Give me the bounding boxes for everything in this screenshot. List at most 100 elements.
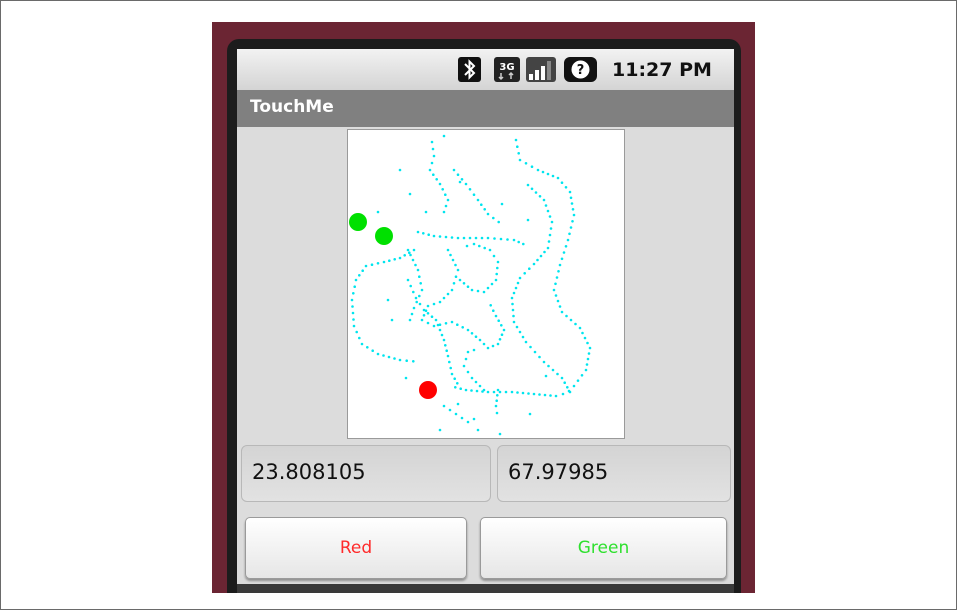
trail-point xyxy=(456,402,460,406)
trail-point xyxy=(422,308,426,312)
trail-point xyxy=(560,257,564,261)
trail-point xyxy=(474,335,478,338)
trail-point xyxy=(444,344,447,347)
touch-canvas[interactable] xyxy=(347,129,625,439)
red-button[interactable]: Red xyxy=(245,517,467,579)
trail-point xyxy=(569,196,573,200)
trail-point xyxy=(435,178,438,181)
trail-point xyxy=(468,188,472,191)
trail-point xyxy=(554,282,557,286)
trail-point xyxy=(470,288,474,292)
trail-point xyxy=(494,314,498,318)
trail-point xyxy=(352,324,356,328)
trail-point xyxy=(488,248,492,252)
trail-point xyxy=(510,390,514,394)
trail-point xyxy=(446,248,450,252)
trail-point xyxy=(412,360,415,363)
trail-point xyxy=(476,289,480,293)
trail-point xyxy=(466,420,470,424)
trail-point xyxy=(576,379,580,382)
trail-point xyxy=(534,191,538,194)
trail-point xyxy=(516,391,519,394)
trail-point xyxy=(393,258,396,261)
trail-point xyxy=(515,325,519,329)
trail-point xyxy=(584,368,588,372)
trail-point xyxy=(566,238,570,242)
y-coordinate-value: 67.97985 xyxy=(508,460,609,484)
trail-point xyxy=(430,315,434,318)
trail-point xyxy=(571,220,574,223)
trail-point xyxy=(521,335,525,339)
red-touch-dot xyxy=(419,381,437,399)
trail-point xyxy=(521,391,525,395)
trail-point xyxy=(382,260,386,264)
x-coordinate-value: 23.808105 xyxy=(252,460,366,484)
trail-point xyxy=(470,376,474,380)
trail-point xyxy=(476,428,480,432)
trail-point xyxy=(542,360,546,364)
y-coordinate-field[interactable]: 67.97985 xyxy=(497,445,731,502)
trail-point xyxy=(438,428,442,432)
trail-point xyxy=(432,173,435,176)
trail-point xyxy=(440,333,444,337)
page: 3G ? 11:27 PM TouchMe 23.808105 67.97985… xyxy=(0,0,957,610)
trail-point xyxy=(504,390,508,394)
trail-point xyxy=(518,276,522,280)
trail-point xyxy=(541,170,545,174)
trail-point xyxy=(512,320,516,324)
trail-point xyxy=(556,372,559,376)
trail-point xyxy=(460,178,464,181)
trail-point xyxy=(530,165,534,168)
trail-point xyxy=(355,330,358,334)
trail-point xyxy=(431,147,435,151)
bluetooth-icon xyxy=(458,57,481,82)
trail-point xyxy=(517,240,520,244)
trail-point xyxy=(495,411,499,415)
trail-point xyxy=(420,318,424,322)
trail-point xyxy=(543,393,547,397)
trail-point xyxy=(556,176,560,180)
trail-point xyxy=(464,357,468,361)
trail-point xyxy=(446,198,450,202)
trail-point xyxy=(438,235,442,238)
signal-bars-icon xyxy=(526,57,556,82)
green-button[interactable]: Green xyxy=(480,517,727,579)
trail-point xyxy=(587,352,591,355)
trail-point xyxy=(403,254,406,257)
trail-point xyxy=(464,182,468,186)
trail-point xyxy=(538,195,542,198)
trail-point xyxy=(560,181,564,184)
x-coordinate-field[interactable]: 23.808105 xyxy=(241,445,491,502)
trail-point xyxy=(406,278,410,282)
trail-point xyxy=(546,172,550,176)
trail-point xyxy=(445,349,448,352)
trail-point xyxy=(470,332,474,335)
trail-point xyxy=(418,294,421,298)
trail-point xyxy=(516,281,520,285)
trail-point xyxy=(517,152,520,155)
trail-point xyxy=(499,237,503,241)
trail-point xyxy=(483,208,486,211)
trail-point xyxy=(444,235,448,239)
trail-point xyxy=(466,328,470,332)
trail-point xyxy=(495,272,498,276)
trail-point xyxy=(388,259,391,262)
trail-point xyxy=(449,366,452,370)
trail-point xyxy=(560,376,564,380)
status-clock: 11:27 PM xyxy=(612,59,712,81)
trail-point xyxy=(496,388,500,392)
trail-point xyxy=(496,266,499,270)
trail-point xyxy=(523,272,526,275)
trail-point xyxy=(528,267,531,270)
trail-point xyxy=(480,236,484,240)
trail-point xyxy=(450,372,454,376)
trail-point xyxy=(492,309,495,312)
trail-point xyxy=(486,346,490,350)
trail-point xyxy=(548,233,552,237)
trail-point xyxy=(527,392,530,395)
trail-point xyxy=(449,253,452,257)
trail-point xyxy=(444,322,448,325)
trail-point xyxy=(524,162,528,165)
trail-point xyxy=(361,269,364,272)
trail-point xyxy=(544,374,548,378)
